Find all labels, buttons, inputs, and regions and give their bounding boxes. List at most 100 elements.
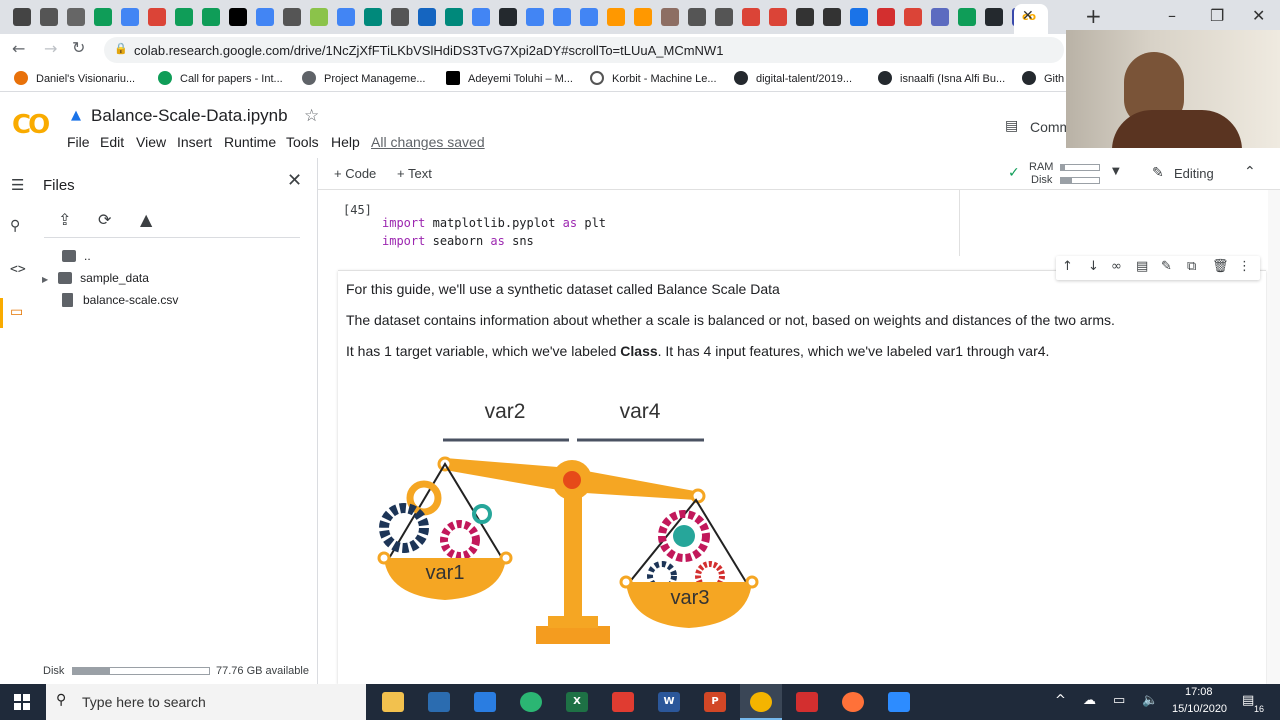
zoom-icon[interactable] — [888, 692, 910, 712]
mount-drive-icon[interactable]: ▲ — [140, 210, 152, 229]
tab-favicon-icon[interactable] — [715, 8, 733, 26]
bookmark-item[interactable]: Daniel's Visionariu... — [14, 71, 135, 85]
chrome-icon[interactable] — [750, 692, 772, 712]
menu-runtime[interactable]: Runtime — [224, 134, 276, 150]
tab-favicon-icon[interactable] — [796, 8, 814, 26]
more-icon[interactable]: ⋮ — [1238, 259, 1251, 274]
windows-start-icon[interactable] — [14, 694, 30, 710]
bookmark-item[interactable]: Project Manageme... — [302, 71, 426, 85]
tab-favicon-icon[interactable] — [418, 8, 436, 26]
disk-bar[interactable] — [1060, 177, 1100, 184]
tab-favicon-icon[interactable] — [40, 8, 58, 26]
add-code-button[interactable]: + Code — [334, 166, 376, 181]
tab-favicon-icon[interactable] — [688, 8, 706, 26]
address-bar[interactable]: 🔒 colab.research.google.com/drive/1NcZjX… — [104, 37, 1064, 63]
refresh-folder-icon[interactable]: ⟳ — [98, 210, 111, 229]
window-close-icon[interactable]: ✕ — [1252, 6, 1265, 25]
powerpoint-icon[interactable]: P — [704, 692, 726, 712]
tab-favicon-icon[interactable] — [769, 8, 787, 26]
restore-icon[interactable]: ❐ — [1210, 6, 1224, 25]
comment-icon[interactable]: ▤ — [1005, 118, 1018, 134]
reload-icon[interactable]: ↻ — [72, 38, 85, 57]
save-status[interactable]: All changes saved — [371, 134, 485, 150]
notebook-title[interactable]: Balance-Scale-Data.ipynb — [91, 106, 288, 126]
tab-favicon-icon[interactable] — [391, 8, 409, 26]
tab-favicon-icon[interactable] — [364, 8, 382, 26]
bookmark-item[interactable]: Korbit - Machine Le... — [590, 71, 717, 85]
excel-icon[interactable]: X — [566, 692, 588, 712]
bookmark-item[interactable]: Call for papers - Int... — [158, 71, 283, 85]
tab-favicon-icon[interactable] — [337, 8, 355, 26]
code-line[interactable]: import matplotlib.pyplot as plt — [382, 216, 606, 230]
tab-favicon-icon[interactable] — [256, 8, 274, 26]
menu-help[interactable]: Help — [331, 134, 360, 150]
code-cell[interactable]: [45] import matplotlib.pyplot as plt imp… — [318, 190, 960, 256]
tab-favicon-icon[interactable] — [985, 8, 1003, 26]
acrobat-icon[interactable] — [796, 692, 818, 712]
comment-icon[interactable]: ▤ — [1136, 259, 1148, 274]
firefox-icon[interactable] — [842, 692, 864, 712]
tab-favicon-icon[interactable] — [607, 8, 625, 26]
onedrive-icon[interactable]: ☁ — [1083, 693, 1096, 708]
bookmark-item[interactable]: digital-talent/2019... — [734, 71, 852, 85]
tab-favicon-icon[interactable] — [67, 8, 85, 26]
tab-favicon-icon[interactable] — [175, 8, 193, 26]
link-icon[interactable]: ∞ — [1111, 259, 1122, 274]
gift-icon[interactable] — [612, 692, 634, 712]
ram-bar[interactable] — [1060, 164, 1100, 171]
tab-favicon-icon[interactable] — [553, 8, 571, 26]
tab-favicon-icon[interactable] — [850, 8, 868, 26]
edge-icon[interactable] — [520, 692, 542, 712]
tab-favicon-icon[interactable] — [94, 8, 112, 26]
tab-favicon-icon[interactable] — [877, 8, 895, 26]
move-up-icon[interactable]: ↑ — [1062, 259, 1073, 274]
star-icon[interactable]: ☆ — [304, 106, 319, 126]
tab-favicon-icon[interactable] — [445, 8, 463, 26]
store-icon[interactable] — [428, 692, 450, 712]
tab-favicon-icon[interactable] — [148, 8, 166, 26]
new-tab-button[interactable]: + — [1085, 4, 1102, 28]
tab-favicon-icon[interactable] — [310, 8, 328, 26]
volume-icon[interactable]: 🔈 — [1142, 693, 1158, 708]
tab-favicon-icon[interactable] — [634, 8, 652, 26]
clock-time[interactable]: 17:08 — [1185, 686, 1213, 698]
menu-view[interactable]: View — [136, 134, 166, 150]
tab-favicon-icon[interactable] — [202, 8, 220, 26]
close-tab-icon[interactable]: ✕ — [1022, 8, 1034, 24]
clock-date[interactable]: 15/10/2020 — [1172, 703, 1227, 715]
tab-favicon-icon[interactable] — [958, 8, 976, 26]
bookmark-item[interactable]: Gith — [1022, 71, 1064, 85]
back-icon[interactable]: ← — [12, 39, 25, 58]
expand-arrow-icon[interactable]: ▶ — [42, 275, 48, 284]
toc-icon[interactable]: ☰ — [11, 176, 24, 194]
chevron-up-icon[interactable]: ⌃ — [1244, 164, 1256, 180]
add-text-button[interactable]: + Text — [397, 166, 432, 181]
minimize-icon[interactable]: – — [1168, 6, 1176, 25]
network-icon[interactable]: ▭ — [1113, 693, 1125, 708]
tab-favicon-icon[interactable] — [526, 8, 544, 26]
tab-favicon-icon[interactable] — [823, 8, 841, 26]
files-icon[interactable]: ▭ — [10, 304, 23, 320]
mail-icon[interactable] — [474, 692, 496, 712]
tab-favicon-icon[interactable] — [580, 8, 598, 26]
menu-tools[interactable]: Tools — [286, 134, 319, 150]
file-row-csv[interactable]: balance-scale.csv — [62, 293, 178, 307]
tab-favicon-icon[interactable] — [931, 8, 949, 26]
close-panel-icon[interactable]: ✕ — [287, 170, 302, 191]
code-line[interactable]: import seaborn as sns — [382, 234, 534, 248]
upload-icon[interactable]: ⇪ — [58, 210, 71, 229]
code-snippets-icon[interactable]: <> — [10, 262, 26, 277]
tab-favicon-icon[interactable] — [13, 8, 31, 26]
editing-mode-button[interactable]: Editing — [1174, 166, 1214, 181]
delete-icon[interactable]: 🗑 — [1212, 259, 1229, 274]
bookmark-item[interactable]: isnaalfi (Isna Alfi Bu... — [878, 71, 1005, 85]
search-icon[interactable]: ⚲ — [10, 218, 20, 234]
file-row-sample-data[interactable]: ▶ sample_data — [42, 271, 149, 285]
taskbar-search-box[interactable]: ⚲ Type here to search — [46, 684, 366, 720]
tab-favicon-icon[interactable] — [472, 8, 490, 26]
edit-icon[interactable]: ✎ — [1161, 259, 1172, 274]
bookmark-item[interactable]: Adeyemi Toluhi – M... — [446, 71, 573, 85]
menu-insert[interactable]: Insert — [177, 134, 212, 150]
notebook-scrollbar[interactable] — [1268, 190, 1280, 684]
menu-file[interactable]: File — [67, 134, 90, 150]
